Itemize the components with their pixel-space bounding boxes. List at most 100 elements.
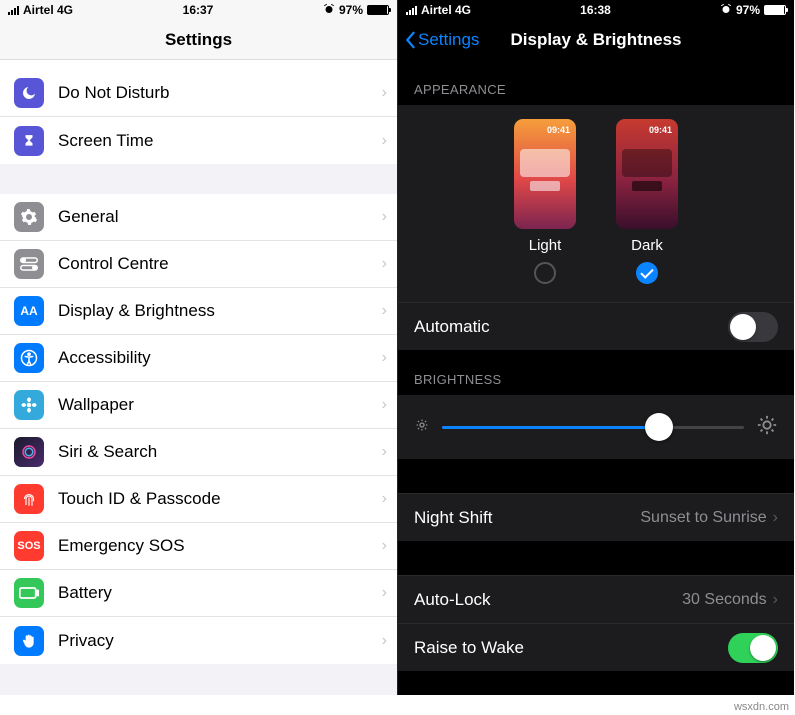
chevron-right-icon: › xyxy=(382,349,387,367)
sun-small-icon xyxy=(414,417,430,438)
chevron-right-icon: › xyxy=(382,132,387,150)
row-sos[interactable]: SOS Emergency SOS › xyxy=(0,523,397,570)
raise-to-wake-label: Raise to Wake xyxy=(414,638,728,658)
chevron-right-icon: › xyxy=(382,584,387,602)
siri-icon xyxy=(14,437,44,467)
accessibility-icon xyxy=(14,343,44,373)
page-title: Display & Brightness xyxy=(511,30,682,50)
light-thumb: 09:41 xyxy=(514,119,576,229)
light-label: Light xyxy=(529,237,562,254)
back-label: Settings xyxy=(418,30,479,50)
brightness-row xyxy=(398,395,794,459)
back-button[interactable]: Settings xyxy=(404,30,479,50)
chevron-right-icon: › xyxy=(382,632,387,650)
chevron-right-icon: › xyxy=(382,302,387,320)
appearance-light-option[interactable]: 09:41 Light xyxy=(514,119,576,284)
dark-label: Dark xyxy=(631,237,663,254)
battery-pct: 97% xyxy=(339,3,363,17)
text-size-icon: AA xyxy=(14,296,44,326)
row-wallpaper[interactable]: Wallpaper › xyxy=(0,382,397,429)
row-touchid[interactable]: Touch ID & Passcode › xyxy=(0,476,397,523)
row-privacy[interactable]: Privacy › xyxy=(0,617,397,664)
gear-icon xyxy=(14,202,44,232)
row-label: Battery xyxy=(58,583,382,603)
nav-bar: Settings Display & Brightness xyxy=(398,20,794,60)
brightness-header: BRIGHTNESS xyxy=(398,350,794,395)
carrier-label: Airtel 4G xyxy=(23,3,73,17)
automatic-row[interactable]: Automatic xyxy=(398,302,794,350)
auto-lock-value: 30 Seconds xyxy=(682,591,767,609)
row-accessibility[interactable]: Accessibility › xyxy=(0,335,397,382)
raise-to-wake-switch[interactable] xyxy=(728,633,778,663)
chevron-right-icon: › xyxy=(382,255,387,273)
brightness-slider[interactable] xyxy=(442,413,744,441)
row-label: Accessibility xyxy=(58,348,382,368)
raise-to-wake-row[interactable]: Raise to Wake xyxy=(398,623,794,671)
chevron-right-icon: › xyxy=(382,84,387,102)
row-control-centre[interactable]: Control Centre › xyxy=(0,241,397,288)
battery-icon xyxy=(367,5,389,15)
row-label: Control Centre xyxy=(58,254,382,274)
automatic-switch[interactable] xyxy=(728,312,778,342)
row-label: Privacy xyxy=(58,631,382,651)
row-siri[interactable]: Siri & Search › xyxy=(0,429,397,476)
alarm-icon xyxy=(720,3,732,18)
row-screentime[interactable]: Screen Time › xyxy=(0,117,397,164)
chevron-right-icon: › xyxy=(773,509,778,527)
row-label: Touch ID & Passcode xyxy=(58,489,382,509)
night-shift-value: Sunset to Sunrise xyxy=(640,509,766,527)
dark-thumb: 09:41 xyxy=(616,119,678,229)
row-label: Do Not Disturb xyxy=(58,83,382,103)
row-label: Wallpaper xyxy=(58,395,382,415)
row-battery[interactable]: Battery › xyxy=(0,570,397,617)
row-display-brightness[interactable]: AA Display & Brightness › xyxy=(0,288,397,335)
light-radio[interactable] xyxy=(534,262,556,284)
appearance-dark-option[interactable]: 09:41 Dark xyxy=(616,119,678,284)
row-dnd[interactable]: Do Not Disturb › xyxy=(0,70,397,117)
appearance-header: APPEARANCE xyxy=(398,60,794,105)
display-brightness-screen: Airtel 4G 16:38 97% Settings Display & B… xyxy=(397,0,794,695)
appearance-picker: 09:41 Light 09:41 Dark xyxy=(398,105,794,302)
chevron-right-icon: › xyxy=(382,443,387,461)
switches-icon xyxy=(14,249,44,279)
status-bar: Airtel 4G 16:38 97% xyxy=(398,0,794,20)
signal-icon xyxy=(406,6,417,15)
auto-lock-label: Auto-Lock xyxy=(414,590,682,610)
row-label: Display & Brightness xyxy=(58,301,382,321)
automatic-label: Automatic xyxy=(414,317,728,337)
chevron-right-icon: › xyxy=(382,537,387,555)
moon-icon xyxy=(14,78,44,108)
nav-bar: Settings xyxy=(0,20,397,60)
chevron-right-icon: › xyxy=(382,208,387,226)
status-time: 16:38 xyxy=(580,3,611,17)
row-label: General xyxy=(58,207,382,227)
night-shift-row[interactable]: Night Shift Sunset to Sunrise › xyxy=(398,493,794,541)
row-label: Screen Time xyxy=(58,131,382,151)
row-label: Emergency SOS xyxy=(58,536,382,556)
fingerprint-icon xyxy=(14,484,44,514)
row-general[interactable]: General › xyxy=(0,194,397,241)
auto-lock-row[interactable]: Auto-Lock 30 Seconds › xyxy=(398,575,794,623)
settings-screen: Airtel 4G 16:37 97% Settings Do Not Dist… xyxy=(0,0,397,695)
status-bar: Airtel 4G 16:37 97% xyxy=(0,0,397,20)
hand-icon xyxy=(14,626,44,656)
battery-pct: 97% xyxy=(736,3,760,17)
chevron-right-icon: › xyxy=(382,490,387,508)
chevron-right-icon: › xyxy=(773,591,778,609)
sun-large-icon xyxy=(756,414,778,441)
alarm-icon xyxy=(323,3,335,18)
signal-icon xyxy=(8,6,19,15)
row-label: Siri & Search xyxy=(58,442,382,462)
chevron-right-icon: › xyxy=(382,396,387,414)
hourglass-icon xyxy=(14,126,44,156)
battery-row-icon xyxy=(14,578,44,608)
flower-icon xyxy=(14,390,44,420)
watermark: wsxdn.com xyxy=(734,701,789,713)
battery-icon xyxy=(764,5,786,15)
sos-icon: SOS xyxy=(14,531,44,561)
night-shift-label: Night Shift xyxy=(414,508,640,528)
page-title: Settings xyxy=(165,30,232,50)
status-time: 16:37 xyxy=(183,3,214,17)
dark-radio[interactable] xyxy=(636,262,658,284)
carrier-label: Airtel 4G xyxy=(421,3,471,17)
